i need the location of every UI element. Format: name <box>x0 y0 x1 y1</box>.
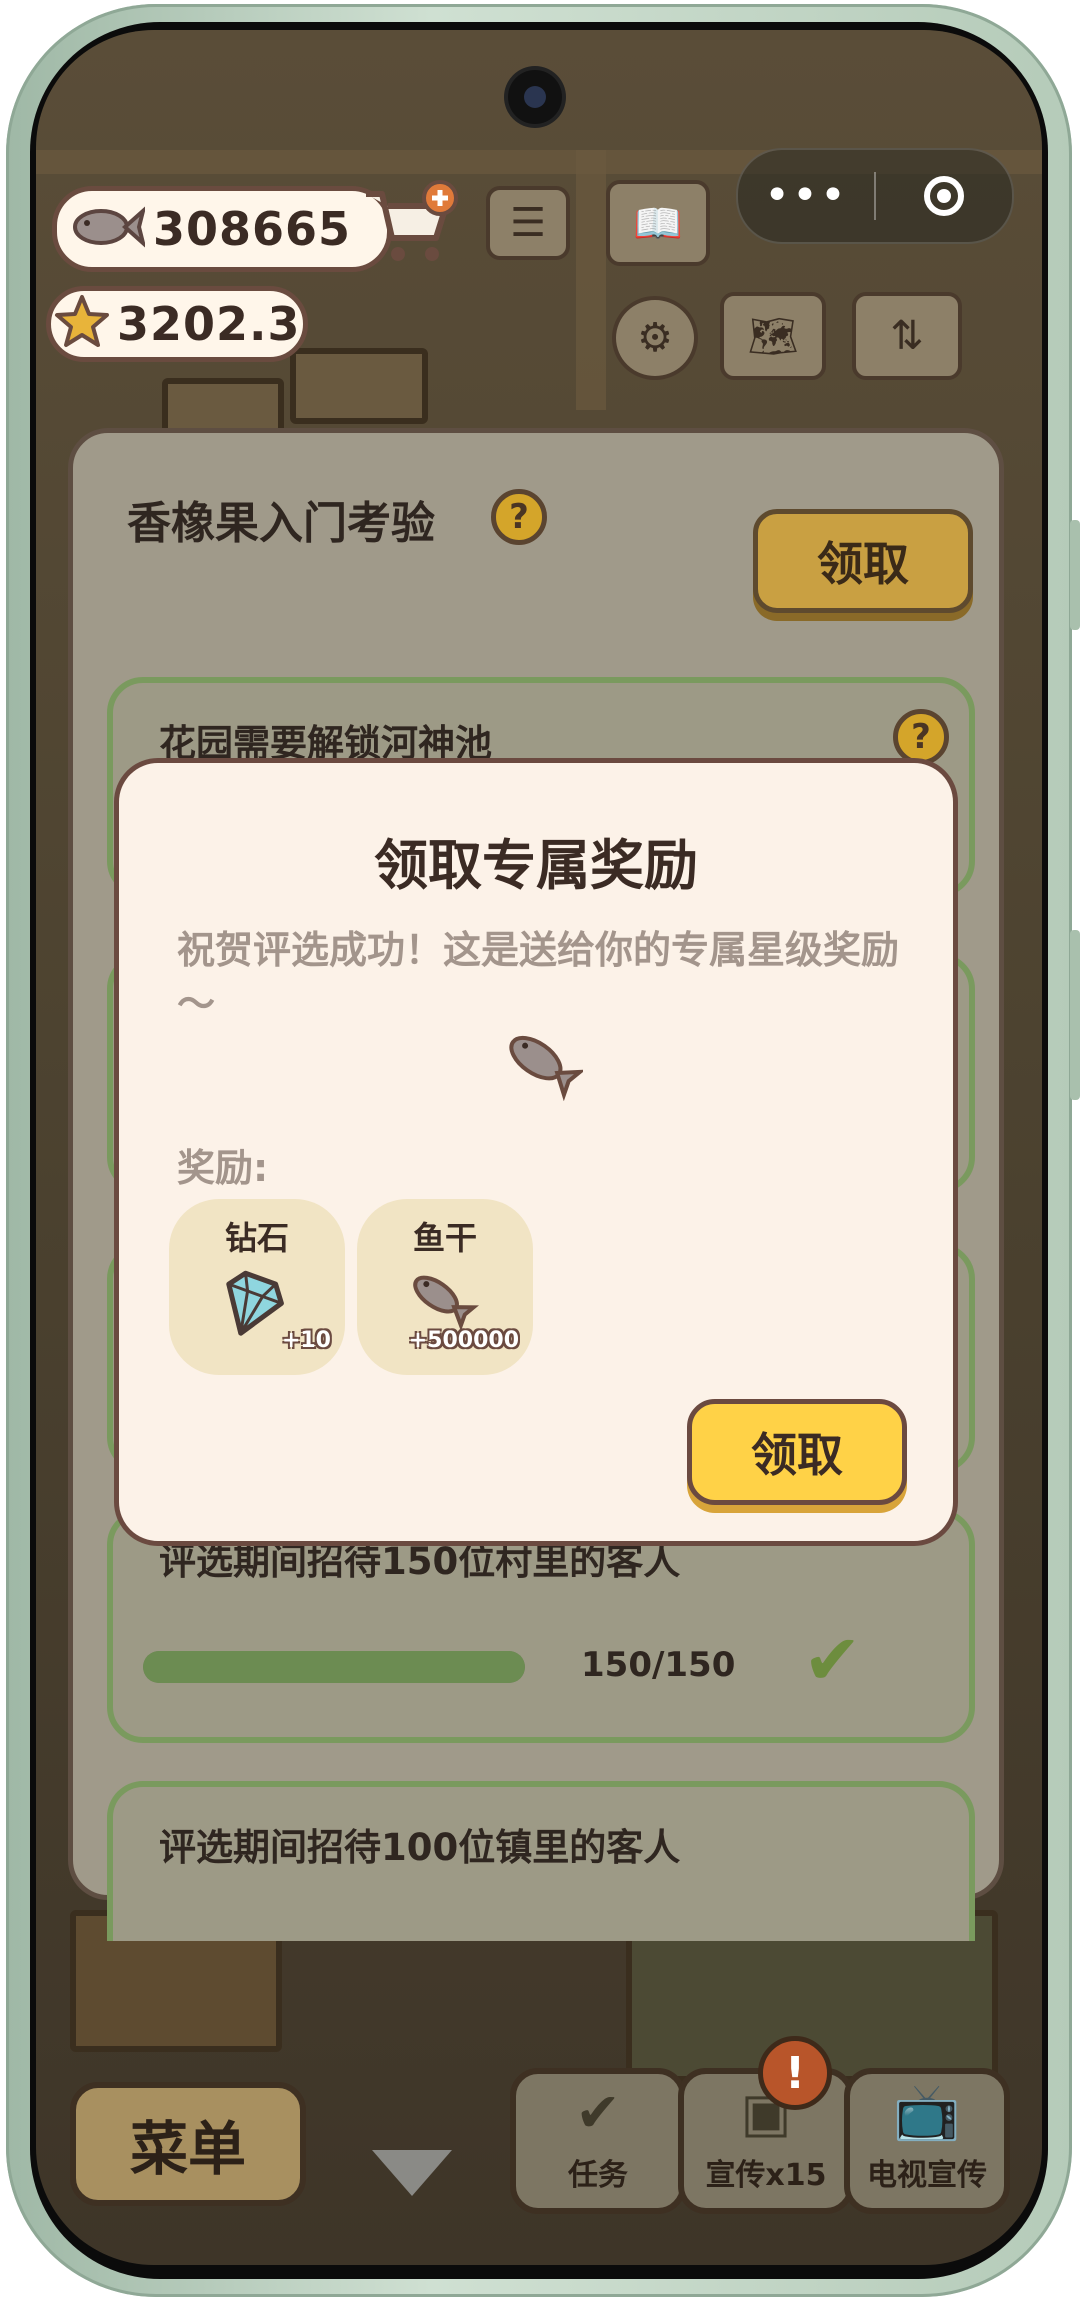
fish-counter: 308665 <box>52 186 392 272</box>
shopping-cart-plus-icon[interactable] <box>360 180 458 266</box>
layout-toggle-button[interactable]: ⇅ <box>852 292 962 380</box>
panel-claim-button[interactable]: 领取 <box>753 509 973 613</box>
newspaper-button[interactable]: ☰ <box>486 186 570 260</box>
star-counter: 3202.3 <box>46 286 308 362</box>
reward-name: 钻石 <box>224 1219 289 1257</box>
reward-name: 鱼干 <box>412 1219 477 1257</box>
tasks-button[interactable]: ✔ 任务 <box>510 2068 686 2214</box>
reward-dialog: 领取专属奖励 祝贺评选成功！这是送给你的专属星级奖励～ 奖励: 钻石 +10 鱼… <box>114 758 958 1546</box>
task-card: 评选期间招待100位镇里的客人 <box>107 1781 975 1941</box>
task-help-icon[interactable]: ? <box>893 709 949 765</box>
claim-button[interactable]: 领取 <box>687 1399 907 1505</box>
reward-amount: +500000 <box>408 1328 519 1353</box>
more-icon[interactable]: ••• <box>738 174 874 218</box>
power-button <box>1070 930 1080 1100</box>
rewards-label: 奖励: <box>177 1146 269 1190</box>
target-close-icon[interactable] <box>876 176 1012 216</box>
chevron-down-icon[interactable] <box>372 2150 452 2196</box>
dialog-message: 祝贺评选成功！这是送给你的专属星级奖励～ <box>177 928 900 1026</box>
alert-badge: ! <box>758 2036 832 2110</box>
task-progress-text: 150/150 <box>581 1645 736 1685</box>
tv-promo-label: 电视宣传 <box>867 2158 987 2193</box>
wall-post <box>576 150 606 410</box>
reward-item-dried-fish: 鱼干 +500000 <box>357 1199 533 1375</box>
tv-promo-button[interactable]: 📺 电视宣传 <box>844 2068 1010 2214</box>
settings-gear-button[interactable]: ⚙ <box>612 296 698 380</box>
panel-title: 香橡果入门考验 <box>127 498 435 549</box>
fish-icon <box>403 1265 479 1335</box>
task-title: 评选期间招待100位镇里的客人 <box>159 1826 681 1869</box>
reward-item-diamond: 钻石 +10 <box>169 1199 345 1375</box>
tv-icon: 📺 <box>893 2080 961 2143</box>
task-progress-bar <box>143 1651 525 1683</box>
miniapp-capsule: ••• <box>736 148 1014 244</box>
map-button[interactable]: 🗺 <box>720 292 826 380</box>
recipe-book-button[interactable]: 📖 <box>606 180 710 266</box>
help-icon[interactable]: ? <box>491 489 547 545</box>
fish-count: 308665 <box>153 202 352 256</box>
fish-icon <box>67 199 147 259</box>
check-icon: ✔ <box>803 1619 862 1701</box>
promo-label: 宣传x15 <box>705 2158 827 2193</box>
diamond-icon <box>209 1263 293 1351</box>
front-camera <box>508 70 562 124</box>
fish-icon <box>497 1021 586 1105</box>
reward-amount: +10 <box>281 1328 331 1353</box>
tasks-label: 任务 <box>568 2158 628 2193</box>
star-count: 3202.3 <box>117 297 301 351</box>
volume-button <box>1070 520 1080 630</box>
menu-button[interactable]: 菜单 <box>70 2082 306 2206</box>
task-progress-fill <box>143 1651 525 1683</box>
fish-bone-sign <box>290 348 428 424</box>
star-icon <box>53 293 111 355</box>
dialog-title: 领取专属奖励 <box>374 834 698 897</box>
checklist-icon: ✔ <box>575 2081 621 2144</box>
